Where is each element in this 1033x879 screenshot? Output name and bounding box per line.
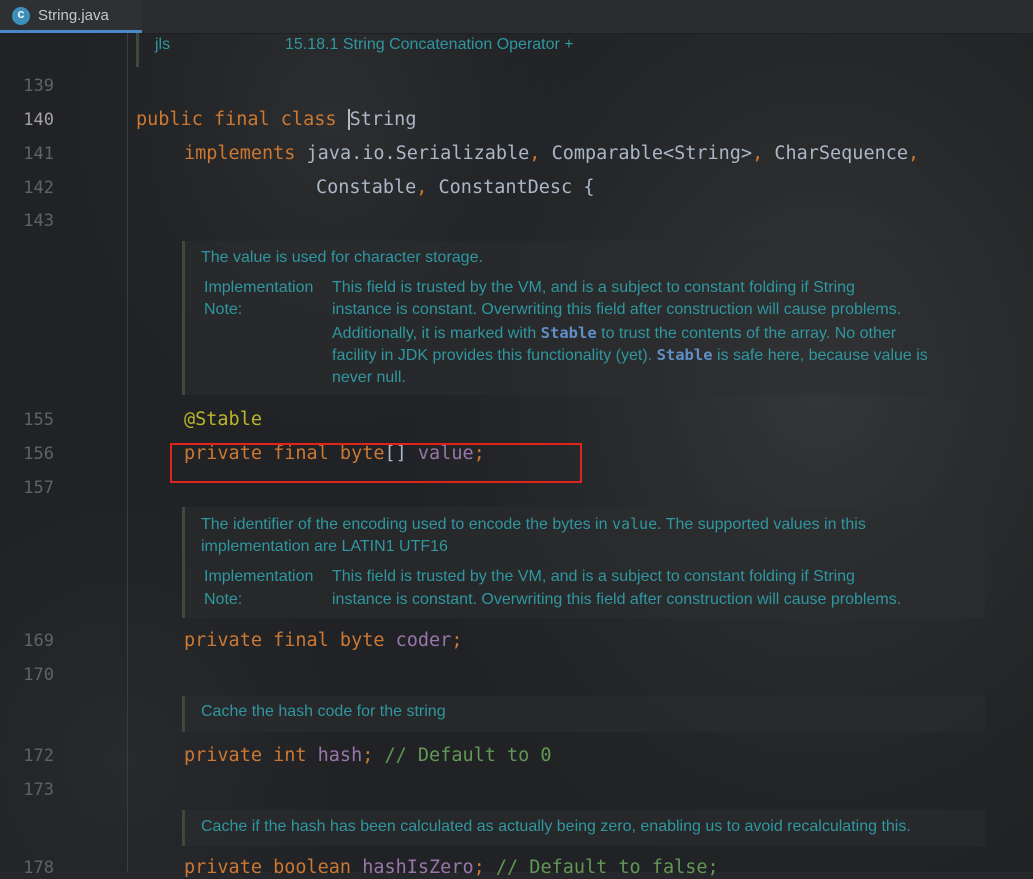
keyword: implements bbox=[184, 143, 307, 164]
line-number-current: 140 bbox=[23, 110, 54, 130]
punct: , bbox=[908, 143, 920, 164]
doc-text: is safe here, because value is bbox=[712, 347, 928, 364]
line-number: 141 bbox=[23, 144, 54, 164]
java-class-icon bbox=[12, 6, 30, 25]
doc-code-link[interactable]: Stable bbox=[541, 324, 597, 342]
doc-tag-label: jls bbox=[155, 36, 171, 53]
code-line-169[interactable]: private final byte coder; bbox=[184, 630, 462, 652]
doc-text: The identifier of the encoding used to e… bbox=[201, 516, 612, 533]
field-name: hashIsZero bbox=[362, 857, 474, 878]
line-number: 155 bbox=[23, 410, 54, 430]
doc-note-text: instance is constant. Overwriting this f… bbox=[332, 591, 902, 608]
doc-block-coder[interactable]: The identifier of the encoding used to e… bbox=[182, 507, 985, 618]
code-line-178[interactable]: private boolean hashIsZero; // Default t… bbox=[184, 857, 719, 879]
doc-block-value[interactable]: The value is used for character storage.… bbox=[182, 241, 985, 395]
doc-code: value bbox=[611, 515, 658, 533]
doc-summary: The value is used for character storage. bbox=[201, 249, 483, 266]
code-line-141[interactable]: implements java.io.Serializable, Compara… bbox=[184, 143, 919, 165]
code-line-155[interactable]: @Stable bbox=[184, 409, 262, 431]
doc-note-label: Note: bbox=[204, 301, 243, 318]
doc-note-text: This field is trusted by the VM, and is … bbox=[332, 279, 855, 296]
line-number: 172 bbox=[23, 746, 54, 766]
line-comment: // Default to false; bbox=[495, 857, 719, 878]
code-line-140[interactable]: public final class String bbox=[136, 109, 416, 131]
code-line-142[interactable]: Constable, ConstantDesc { bbox=[316, 177, 594, 199]
line-number: 142 bbox=[23, 178, 54, 198]
tab-label: String.java bbox=[38, 7, 109, 24]
editor-tab-bar: String.java bbox=[0, 0, 1033, 34]
line-comment: // Default to 0 bbox=[384, 745, 552, 766]
doc-note-text: facility in JDK provides this functional… bbox=[332, 344, 972, 368]
line-number: 170 bbox=[23, 665, 54, 685]
doc-code-link[interactable]: Stable bbox=[657, 346, 713, 364]
doc-text: facility in JDK provides this functional… bbox=[332, 347, 657, 364]
line-number: 143 bbox=[23, 211, 54, 231]
doc-note-text: This field is trusted by the VM, and is … bbox=[332, 568, 855, 585]
type-name: ConstantDesc { bbox=[438, 177, 595, 198]
line-number: 178 bbox=[23, 858, 54, 878]
doc-note-text: Additionally, it is marked with Stable t… bbox=[332, 322, 972, 346]
doc-block-hash-is-zero[interactable]: Cache if the hash has been calculated as… bbox=[182, 810, 985, 846]
keyword: private int bbox=[184, 745, 318, 766]
line-number: 157 bbox=[23, 478, 54, 498]
doc-text: to trust the contents of the array. No o… bbox=[596, 325, 897, 342]
class-name: String bbox=[349, 109, 417, 130]
doc-note-label: Implementation bbox=[204, 279, 314, 296]
type-name: java.io.Serializable bbox=[306, 143, 530, 164]
semicolon: ; bbox=[451, 630, 463, 651]
punct: , bbox=[529, 143, 552, 164]
punct: , bbox=[416, 177, 439, 198]
doc-text: . The supported values in this bbox=[657, 516, 866, 533]
doc-note-text: instance is constant. Overwriting this f… bbox=[332, 301, 902, 318]
semicolon: ; bbox=[473, 857, 496, 878]
type-name: Comparable<String> bbox=[551, 143, 753, 164]
keyword: private final byte bbox=[184, 630, 396, 651]
doc-note-label: Note: bbox=[204, 591, 243, 608]
annotation: @Stable bbox=[184, 409, 262, 430]
doc-tag-link[interactable]: 15.18.1 String Concatenation Operator + bbox=[285, 36, 574, 54]
punct: , bbox=[752, 143, 775, 164]
doc-block-hash[interactable]: Cache the hash code for the string bbox=[182, 696, 985, 732]
field-name: hash bbox=[317, 745, 363, 766]
highlight-box bbox=[170, 443, 582, 483]
doc-summary: The identifier of the encoding used to e… bbox=[201, 513, 866, 537]
semicolon: ; bbox=[362, 745, 385, 766]
line-number: 156 bbox=[23, 444, 54, 464]
keyword: public final class bbox=[136, 109, 348, 130]
code-line-172[interactable]: private int hash; // Default to 0 bbox=[184, 745, 552, 767]
doc-note-text: never null. bbox=[332, 369, 406, 386]
line-number: 139 bbox=[23, 76, 54, 96]
doc-note-label: Implementation bbox=[204, 568, 314, 585]
doc-summary: implementation are LATIN1 UTF16 bbox=[201, 538, 448, 555]
type-name: Constable bbox=[316, 177, 417, 198]
line-number: 169 bbox=[23, 631, 54, 651]
keyword: private boolean bbox=[184, 857, 363, 878]
doc-block-class-tail[interactable]: jls 15.18.1 String Concatenation Operato… bbox=[136, 33, 985, 67]
tab-string-java[interactable]: String.java bbox=[0, 0, 142, 33]
doc-summary: Cache if the hash has been calculated as… bbox=[201, 818, 911, 835]
doc-summary: Cache the hash code for the string bbox=[201, 703, 446, 720]
line-number: 173 bbox=[23, 780, 54, 800]
doc-text: Additionally, it is marked with bbox=[332, 325, 541, 342]
field-name: coder bbox=[395, 630, 452, 651]
type-name: CharSequence bbox=[774, 143, 908, 164]
